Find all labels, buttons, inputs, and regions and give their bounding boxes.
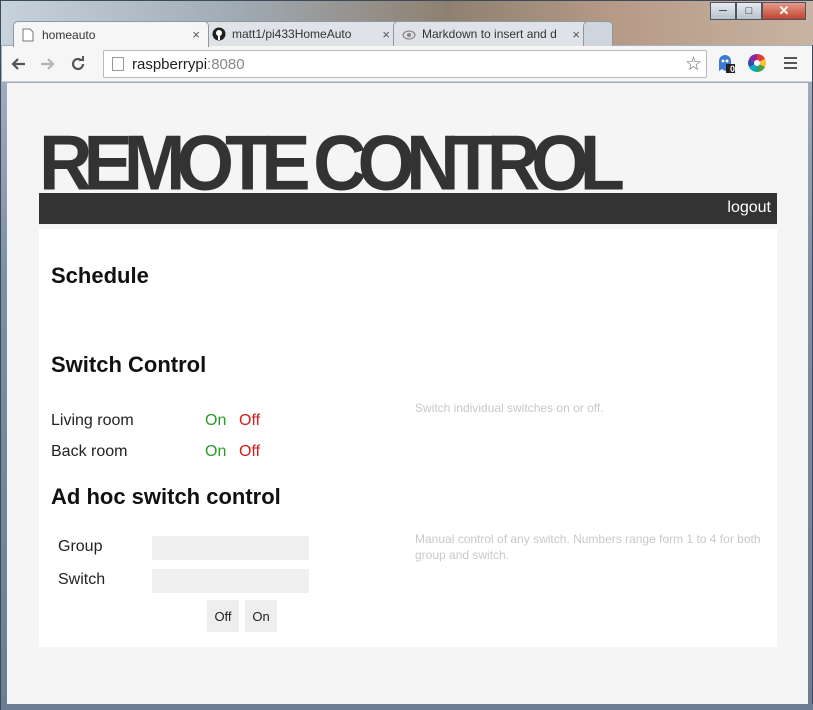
tab-github[interactable]: matt1/pi433HomeAuto × <box>203 21 399 46</box>
group-input[interactable] <box>152 536 309 560</box>
extension-ghost-icon[interactable]: 0 <box>715 52 737 74</box>
group-label: Group <box>58 538 103 555</box>
forward-button[interactable] <box>34 50 62 78</box>
tab-title: Markdown to insert and d <box>422 27 557 41</box>
switch-name-living-room: Living room <box>51 412 134 429</box>
close-window-button[interactable]: ✕ <box>762 2 806 20</box>
adhoc-on-button[interactable]: On <box>245 600 277 632</box>
chrome-menu-icon[interactable] <box>779 52 801 74</box>
forward-arrow-icon <box>41 57 55 70</box>
main-content: Schedule Switch Control Switch individua… <box>39 229 777 647</box>
back-arrow-icon <box>11 57 25 70</box>
page-icon <box>112 57 124 71</box>
switch-input[interactable] <box>152 569 309 593</box>
tab-homeauto[interactable]: homeauto × <box>13 21 209 47</box>
browser-window: ─ □ ✕ homeauto × matt1/pi433HomeAuto × M… <box>0 0 813 710</box>
minimize-button[interactable]: ─ <box>710 2 736 20</box>
page-icon <box>22 28 36 42</box>
window-controls: ─ □ ✕ <box>710 2 806 20</box>
github-icon <box>212 27 226 41</box>
extension-badge: 0 <box>729 64 735 74</box>
tab-title: matt1/pi433HomeAuto <box>232 27 352 41</box>
logout-link[interactable]: logout <box>727 199 771 217</box>
back-button[interactable] <box>4 50 32 78</box>
living-room-off-link[interactable]: Off <box>239 412 260 430</box>
url-port: :8080 <box>207 55 245 73</box>
tab-close-icon[interactable]: × <box>192 27 200 42</box>
switch-name-back-room: Back room <box>51 443 128 460</box>
brand-title: REMOTE CONTROL <box>39 119 625 207</box>
living-room-on-link[interactable]: On <box>205 412 226 430</box>
tab-strip: homeauto × matt1/pi433HomeAuto × Markdow… <box>13 21 613 47</box>
adhoc-off-button[interactable]: Off <box>207 600 239 632</box>
switch-control-heading: Switch Control <box>51 352 207 377</box>
reload-button[interactable] <box>64 50 92 78</box>
adhoc-heading: Ad hoc switch control <box>51 484 281 509</box>
maximize-button[interactable]: □ <box>736 2 762 20</box>
tab-close-icon[interactable]: × <box>572 27 580 42</box>
new-tab-button[interactable] <box>583 21 613 46</box>
schedule-heading: Schedule <box>51 263 149 288</box>
url-host: raspberrypi <box>132 55 208 73</box>
page-viewport: REMOTE CONTROL logout Schedule Switch Co… <box>7 83 808 704</box>
browser-toolbar: raspberrypi:8080 ☆ 0 <box>2 46 812 82</box>
switch-label: Switch <box>58 571 106 588</box>
site-header: REMOTE CONTROL logout <box>39 119 777 224</box>
window-bottom-border <box>1 704 813 710</box>
tab-title: homeauto <box>42 27 96 42</box>
adhoc-help: Manual control of any switch. Numbers ra… <box>415 532 761 562</box>
header-bar: logout <box>39 193 777 224</box>
switch-control-help: Switch individual switches on or off. <box>415 401 604 415</box>
color-wheel-icon[interactable] <box>746 52 768 74</box>
tab-markdown[interactable]: Markdown to insert and d × <box>393 21 589 46</box>
bookmark-star-icon[interactable]: ☆ <box>685 53 702 76</box>
cloud-icon <box>402 27 416 41</box>
back-room-off-link[interactable]: Off <box>239 443 260 461</box>
reload-icon <box>71 55 85 70</box>
back-room-on-link[interactable]: On <box>205 443 226 461</box>
address-bar[interactable]: raspberrypi:8080 ☆ <box>103 50 707 78</box>
tab-close-icon[interactable]: × <box>382 27 390 42</box>
